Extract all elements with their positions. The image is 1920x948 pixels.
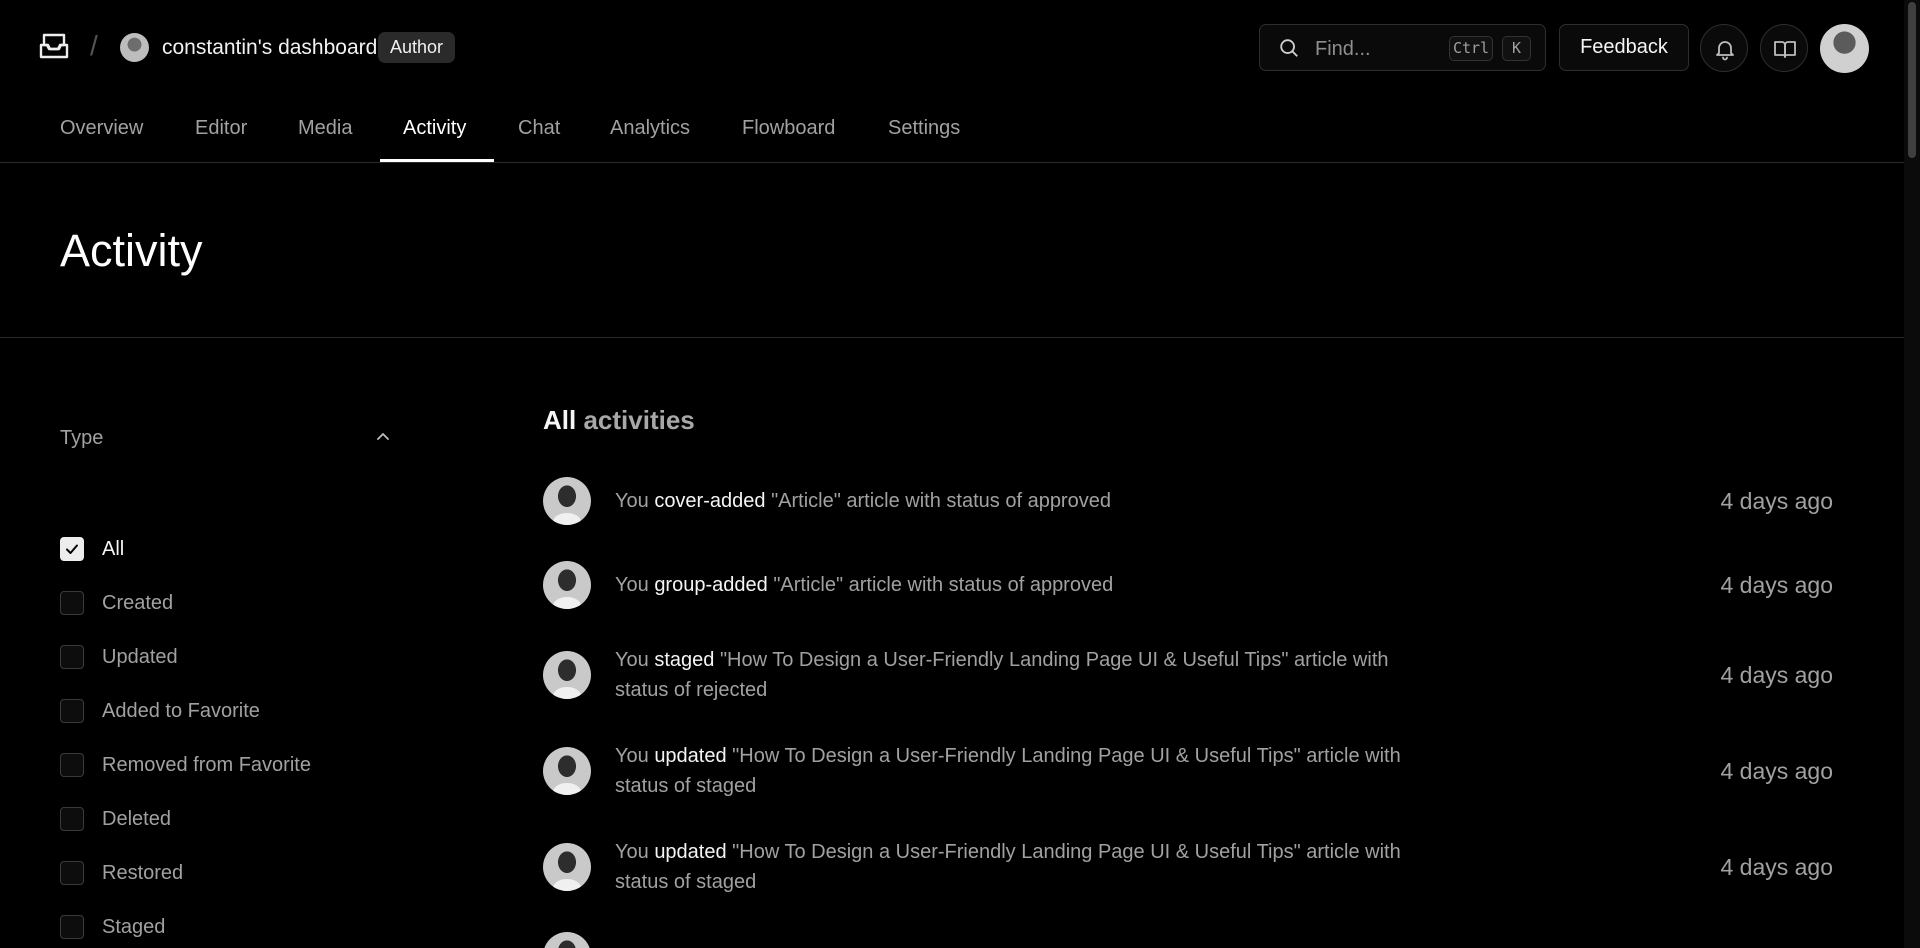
shortcut-key-k: K <box>1502 36 1531 61</box>
active-tab-indicator <box>380 159 494 162</box>
activity-avatar <box>543 561 591 609</box>
tab-overview[interactable]: Overview <box>60 117 143 140</box>
feed-title-all: All <box>543 405 577 435</box>
activity-avatar <box>543 843 591 891</box>
checkbox-all[interactable] <box>60 537 84 561</box>
filter-label: Updated <box>102 646 178 668</box>
filter-label: Staged <box>102 916 166 938</box>
filter-label: Removed from Favorite <box>102 754 311 776</box>
activity-avatar <box>543 932 591 948</box>
page-title: Activity <box>60 225 203 276</box>
activity-text: You group-added "Article" article with s… <box>615 574 1114 596</box>
checkbox-updated[interactable] <box>60 645 84 669</box>
activity-avatar <box>543 651 591 699</box>
bell-icon <box>1716 41 1734 61</box>
check-icon <box>66 544 78 554</box>
scrollbar-thumb[interactable] <box>1908 2 1916 158</box>
tab-activity[interactable]: Activity <box>403 117 466 140</box>
activity-text: You updated "How To Design a User-Friend… <box>615 841 1401 893</box>
activity-item: You group-added "Article" article with s… <box>543 560 1833 610</box>
filter-label: Deleted <box>102 808 171 830</box>
activity-text: You cover-added "Article" article with s… <box>615 490 1111 512</box>
filter-type-header[interactable]: Type <box>60 427 103 450</box>
role-badge: Author <box>378 32 456 63</box>
user-avatar[interactable] <box>1820 24 1869 73</box>
team-name[interactable]: constantin's dashboard <box>162 36 377 60</box>
filter-label: Added to Favorite <box>102 700 260 722</box>
page: / constantin's dashboard Author Find... … <box>0 0 1920 948</box>
tab-chat[interactable]: Chat <box>518 117 560 140</box>
activity-time: 4 days ago <box>1720 488 1833 514</box>
breadcrumb-separator: / <box>90 30 98 61</box>
tab-analytics[interactable]: Analytics <box>610 117 690 140</box>
search-input[interactable]: Find... Ctrl K <box>1259 24 1546 71</box>
tab-media[interactable]: Media <box>298 117 352 140</box>
tab-editor[interactable]: Editor <box>195 117 247 140</box>
activity-text: You staged "How To Design a User-Friendl… <box>615 649 1389 701</box>
activity-text: You updated "How To Design a User-Friend… <box>615 745 1401 797</box>
team-avatar[interactable] <box>120 33 149 62</box>
tab-settings[interactable]: Settings <box>888 117 960 140</box>
search-placeholder: Find... <box>1315 38 1371 60</box>
activity-avatar <box>543 747 591 795</box>
activity-item-partial <box>543 932 1833 948</box>
activity-item: You staged "How To Design a User-Friendl… <box>543 645 1833 705</box>
inbox-logo-icon[interactable] <box>38 31 70 63</box>
activity-item: You updated "How To Design a User-Friend… <box>543 741 1833 801</box>
filter-label: All <box>102 538 125 560</box>
checkbox-restored[interactable] <box>60 861 84 885</box>
filter-label: Restored <box>102 862 184 884</box>
notifications-button[interactable] <box>1700 24 1748 72</box>
checkbox-removed-from-favorite[interactable] <box>60 753 84 777</box>
chevron-up-icon[interactable] <box>374 428 392 446</box>
title-section: Activity <box>0 163 1904 338</box>
activity-time: 4 days ago <box>1720 662 1833 688</box>
page-scrollbar[interactable] <box>1904 0 1920 948</box>
shortcut-key-ctrl: Ctrl <box>1449 36 1493 61</box>
activity-time: 4 days ago <box>1720 854 1833 880</box>
activity-item: You cover-added "Article" article with s… <box>543 476 1833 526</box>
feedback-button[interactable]: Feedback <box>1559 24 1689 71</box>
checkbox-deleted[interactable] <box>60 807 84 831</box>
top-bar: / constantin's dashboard Author Find... … <box>0 0 1904 95</box>
checkbox-created[interactable] <box>60 591 84 615</box>
search-icon <box>1280 39 1298 57</box>
filter-label: Created <box>102 592 174 614</box>
activity-item: You updated "How To Design a User-Friend… <box>543 837 1833 897</box>
tab-flowboard[interactable]: Flowboard <box>742 117 835 140</box>
activity-time: 4 days ago <box>1720 758 1833 784</box>
checkbox-added-to-favorite[interactable] <box>60 699 84 723</box>
main-tabs: Overview Editor Media Activity Chat Anal… <box>0 95 1904 163</box>
feed-title: All activities <box>543 405 695 436</box>
activity-time: 4 days ago <box>1720 572 1833 598</box>
feed-title-activities: activities <box>583 405 695 435</box>
checkbox-staged[interactable] <box>60 915 84 939</box>
activity-avatar <box>543 477 591 525</box>
docs-button[interactable] <box>1760 24 1808 72</box>
book-icon <box>1774 41 1796 58</box>
